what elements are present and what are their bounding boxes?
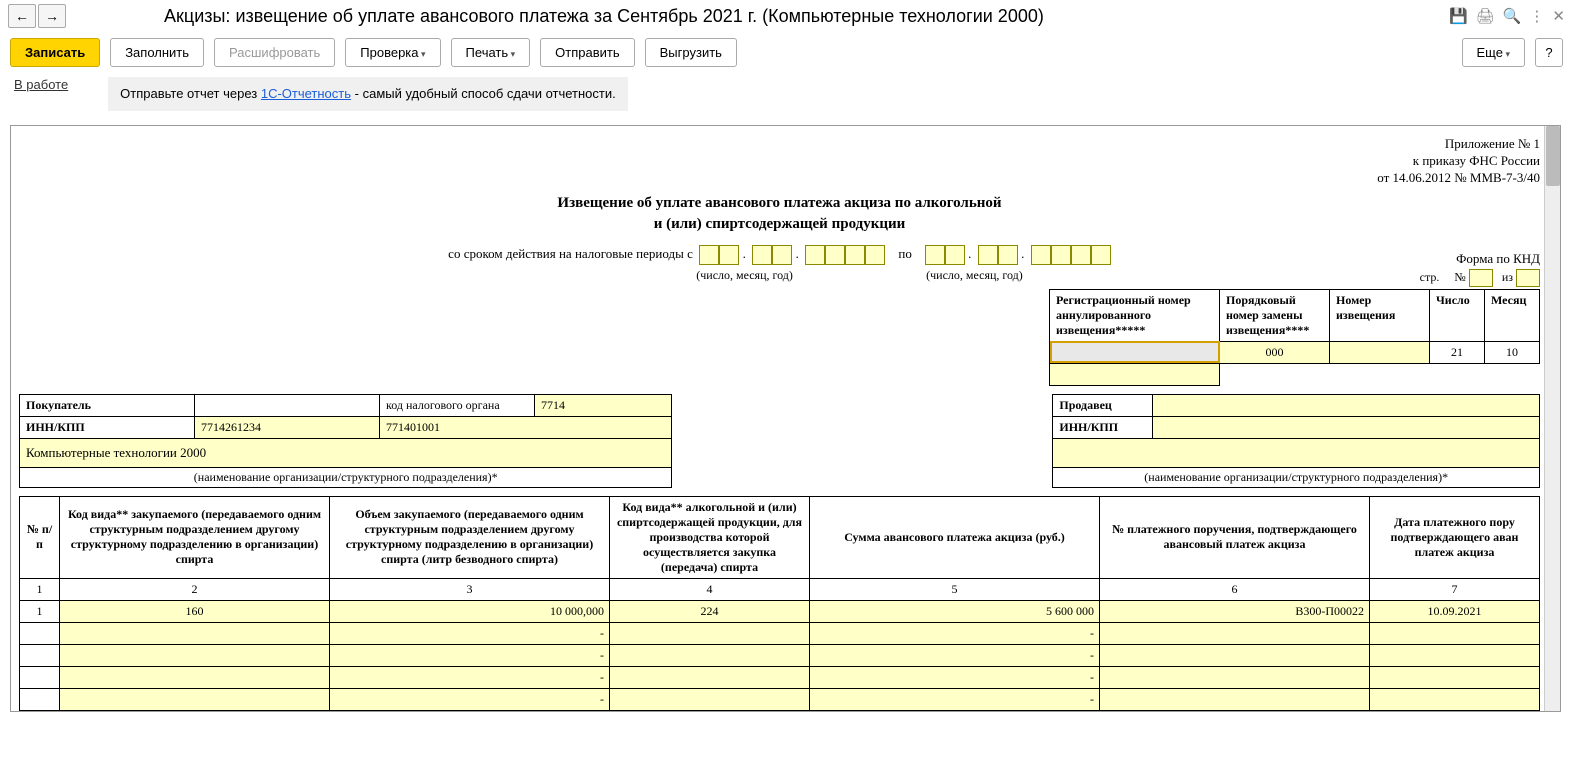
page-title: Акцизы: извещение об уплате авансового п…	[74, 6, 1441, 27]
help-button[interactable]: ?	[1535, 38, 1563, 67]
period-from-m2[interactable]	[772, 245, 792, 265]
close-icon[interactable]: ✕	[1552, 7, 1565, 25]
more-button[interactable]: Еще	[1462, 38, 1525, 67]
seller-table: Продавец ИНН/КПП	[1052, 394, 1540, 439]
period-from-m1[interactable]	[752, 245, 772, 265]
reg-day-field: 21	[1430, 341, 1485, 363]
scrollbar[interactable]	[1544, 126, 1560, 711]
seller-innkpp-field[interactable]	[1153, 416, 1540, 438]
period-from-y1[interactable]	[805, 245, 825, 265]
kebab-icon[interactable]: ⋮	[1529, 7, 1544, 25]
save-button[interactable]: Записать	[10, 38, 100, 67]
status-link[interactable]: В работе	[14, 77, 68, 92]
doc-title: Извещение об уплате авансового платежа а…	[19, 193, 1540, 235]
reg-number-field[interactable]	[1330, 341, 1430, 363]
period-to-d1[interactable]	[925, 245, 945, 265]
table-row[interactable]: 1 160 10 000,000 224 5 600 000 В300-П000…	[20, 600, 1540, 622]
period-from-d2[interactable]	[719, 245, 739, 265]
forward-button[interactable]: →	[38, 4, 66, 28]
hint-box: Отправьте отчет через 1С-Отчетность - са…	[108, 77, 628, 111]
buyer-org-name[interactable]: Компьютерные технологии 2000	[19, 439, 672, 468]
tax-code-field[interactable]: 7714	[535, 394, 672, 416]
table-row[interactable]: --	[20, 622, 1540, 644]
period-from-d1[interactable]	[699, 245, 719, 265]
decode-button: Расшифровать	[214, 38, 335, 67]
buyer-table: Покупатель код налогового органа 7714 ИН…	[19, 394, 672, 439]
registration-table: Регистрационный номер аннулированного из…	[1049, 289, 1540, 386]
check-button[interactable]: Проверка	[345, 38, 440, 67]
preview-icon[interactable]: 🔍	[1503, 7, 1522, 25]
table-row[interactable]: --	[20, 644, 1540, 666]
reg-order-field[interactable]: 000	[1220, 341, 1330, 363]
main-data-table: № п/п Код вида** закупаемого (передаваем…	[19, 496, 1540, 711]
buyer-kpp-field[interactable]: 771401001	[380, 416, 672, 438]
save-icon[interactable]: 💾	[1449, 7, 1468, 25]
appendix-block: Приложение № 1 к приказу ФНС России от 1…	[19, 136, 1540, 187]
reg-cancelled-field[interactable]	[1050, 341, 1220, 363]
table-row[interactable]: --	[20, 688, 1540, 710]
hint-link[interactable]: 1С-Отчетность	[261, 86, 351, 101]
seller-org-name[interactable]	[1052, 439, 1540, 468]
send-button[interactable]: Отправить	[540, 38, 634, 67]
export-button[interactable]: Выгрузить	[645, 38, 737, 67]
table-row[interactable]: --	[20, 666, 1540, 688]
back-button[interactable]: ←	[8, 4, 36, 28]
reg-month-field: 10	[1485, 341, 1540, 363]
buyer-inn-field[interactable]: 7714261234	[195, 416, 380, 438]
print-icon[interactable]: 🖨	[1476, 7, 1495, 25]
print-button[interactable]: Печать	[451, 38, 531, 67]
fill-button[interactable]: Заполнить	[110, 38, 204, 67]
